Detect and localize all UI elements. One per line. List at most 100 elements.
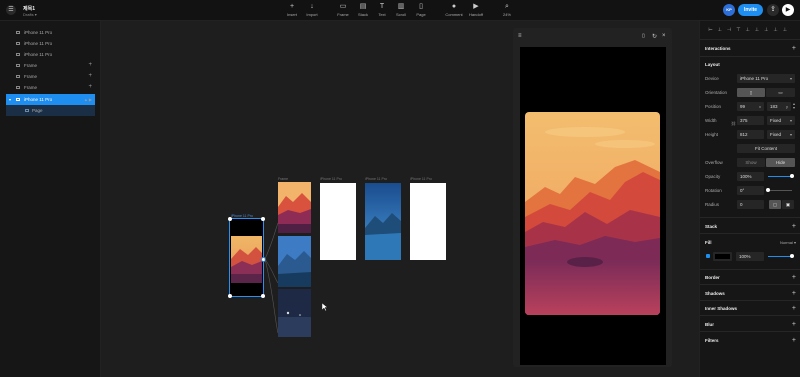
align-right-icon[interactable]: ⊣ <box>726 27 733 33</box>
width-input[interactable]: 375 <box>737 116 764 125</box>
frame-thumbnail[interactable] <box>278 236 311 287</box>
filters-section[interactable]: Filters + <box>705 337 796 344</box>
distribute-v-icon[interactable]: ⊥ <box>772 27 779 33</box>
overflow-show-button[interactable]: Show <box>737 158 765 167</box>
fill-color-swatch[interactable] <box>713 252 732 261</box>
selected-frame[interactable] <box>229 218 264 297</box>
zoom-control[interactable]: ⌕ 24% <box>496 3 518 17</box>
refresh-icon[interactable]: ↻ <box>652 33 657 40</box>
layer-item[interactable]: Frame + <box>6 60 95 71</box>
blank-frame[interactable] <box>410 183 446 260</box>
fill-enabled-checkbox[interactable] <box>706 254 710 258</box>
add-icon[interactable]: + <box>88 71 92 82</box>
fill-section[interactable]: Fill Normal ▾ <box>705 240 796 245</box>
add-icon[interactable]: + <box>792 290 796 297</box>
layer-item[interactable]: iPhone 11 Pro <box>6 49 95 60</box>
page-tool[interactable]: ▯ Page <box>410 3 432 17</box>
layer-item[interactable]: iPhone 11 Pro <box>6 27 95 38</box>
preview-screen[interactable] <box>520 47 666 365</box>
stepper-icon[interactable]: ▴ ▾ <box>793 102 795 110</box>
scroll-tool[interactable]: ▥ Scroll <box>390 3 412 17</box>
menu-icon[interactable]: ≡ <box>518 33 522 39</box>
opacity-label: Opacity <box>705 174 721 179</box>
fill-opacity-input[interactable]: 100% <box>736 252 764 261</box>
layer-item-child[interactable]: Page <box>6 105 95 116</box>
opacity-slider-knob[interactable] <box>790 174 794 178</box>
divider <box>700 269 800 270</box>
add-icon[interactable]: + <box>792 321 796 328</box>
divider <box>700 39 800 40</box>
stack-section[interactable]: Stack + <box>705 223 796 230</box>
main-menu-button[interactable]: ☰ <box>6 5 16 15</box>
invite-button[interactable]: Invite <box>738 4 763 16</box>
layer-item[interactable]: Frame + <box>6 82 95 93</box>
night-image <box>278 289 311 337</box>
distribute-h-icon[interactable]: ⊥ <box>763 27 770 33</box>
import-button[interactable]: ↓ Import <box>301 3 323 17</box>
resize-handle[interactable] <box>228 217 232 221</box>
add-icon[interactable]: + <box>792 337 796 344</box>
avatar[interactable]: KP <box>723 4 735 16</box>
rotation-slider[interactable] <box>768 190 792 191</box>
opacity-input[interactable]: 100% <box>737 172 764 181</box>
add-icon[interactable]: + <box>792 223 796 230</box>
blend-mode-select[interactable]: Normal ▾ <box>780 240 796 245</box>
blur-section[interactable]: Blur + <box>705 321 796 328</box>
landscape-button[interactable]: ▭ <box>766 88 795 97</box>
add-icon[interactable]: + <box>88 82 92 93</box>
align-bottom-icon[interactable]: ⊥ <box>753 27 760 33</box>
height-mode-select[interactable]: Fixed ▾ <box>767 130 795 139</box>
shadows-section[interactable]: Shadows + <box>705 290 796 297</box>
add-icon[interactable]: + <box>792 274 796 281</box>
fit-content-button[interactable]: Fit Content <box>737 144 795 153</box>
comment-tool[interactable]: ● Comment <box>443 3 465 17</box>
frame-thumbnail[interactable] <box>365 183 401 260</box>
radius-individual-button[interactable]: ▣ <box>782 200 794 209</box>
link-dimensions-icon[interactable]: ⛓ <box>731 121 736 126</box>
fill-opacity-slider-knob[interactable] <box>790 254 794 258</box>
overflow-hide-button[interactable]: Hide <box>766 158 795 167</box>
frame-thumbnail[interactable] <box>278 289 311 337</box>
height-input[interactable]: 812 <box>737 130 764 139</box>
width-mode-select[interactable]: Fixed ▾ <box>767 116 795 125</box>
layer-item[interactable]: iPhone 11 Pro <box>6 38 95 49</box>
play-icon[interactable]: ▶ <box>782 4 794 16</box>
handoff-tool[interactable]: ▶ Handoff <box>465 3 487 17</box>
frame-icon <box>16 98 20 101</box>
device-select[interactable]: iPhone 11 Pro ▾ <box>737 74 795 83</box>
preview-toolbar: ≡ ▯ ↻ × <box>513 28 672 46</box>
add-icon[interactable]: + <box>792 305 796 312</box>
layer-item[interactable]: Frame + <box>6 71 95 82</box>
position-x-input[interactable]: 99 x <box>737 102 764 111</box>
border-section[interactable]: Border + <box>705 274 796 281</box>
rotation-input[interactable]: 0° <box>737 186 764 195</box>
align-center-h-icon[interactable]: ⊥ <box>716 27 723 33</box>
interactions-section[interactable]: Interactions + <box>705 45 796 52</box>
resize-handle[interactable] <box>228 294 232 298</box>
divider <box>700 315 800 316</box>
frame-thumbnail[interactable] <box>278 182 311 233</box>
blank-frame[interactable] <box>320 183 356 260</box>
upload-icon[interactable]: ⇪ <box>767 4 779 16</box>
project-location[interactable]: Drafts ▾ <box>23 12 37 17</box>
layer-actions-icon[interactable]: ▲ ▶ <box>84 94 92 105</box>
chevron-down-icon[interactable]: ▾ <box>9 94 11 105</box>
tidy-icon[interactable]: ⊥ <box>781 27 788 33</box>
document-title[interactable]: 제목1 <box>23 5 35 12</box>
inner-shadows-section[interactable]: Inner Shadows + <box>705 305 796 312</box>
portrait-button[interactable]: ▯ <box>737 88 765 97</box>
align-top-icon[interactable]: ⊤ <box>735 27 742 33</box>
align-middle-icon[interactable]: ⊥ <box>744 27 751 33</box>
close-icon[interactable]: × <box>662 33 666 39</box>
insert-button[interactable]: + Insert <box>281 3 303 17</box>
position-y-input[interactable]: 183 y <box>767 102 791 111</box>
radius-input[interactable]: 0 <box>737 200 764 209</box>
add-icon[interactable]: + <box>88 60 92 71</box>
add-icon[interactable]: + <box>792 45 796 52</box>
rotation-slider-knob[interactable] <box>766 188 770 192</box>
layer-item-selected[interactable]: ▾ iPhone 11 Pro ▲ ▶ <box>6 94 95 105</box>
frame-tool[interactable]: ▭ Frame <box>332 3 354 17</box>
device-icon[interactable]: ▯ <box>642 33 645 39</box>
align-left-icon[interactable]: ⊢ <box>707 27 714 33</box>
radius-uniform-button[interactable]: ▢ <box>769 200 781 209</box>
